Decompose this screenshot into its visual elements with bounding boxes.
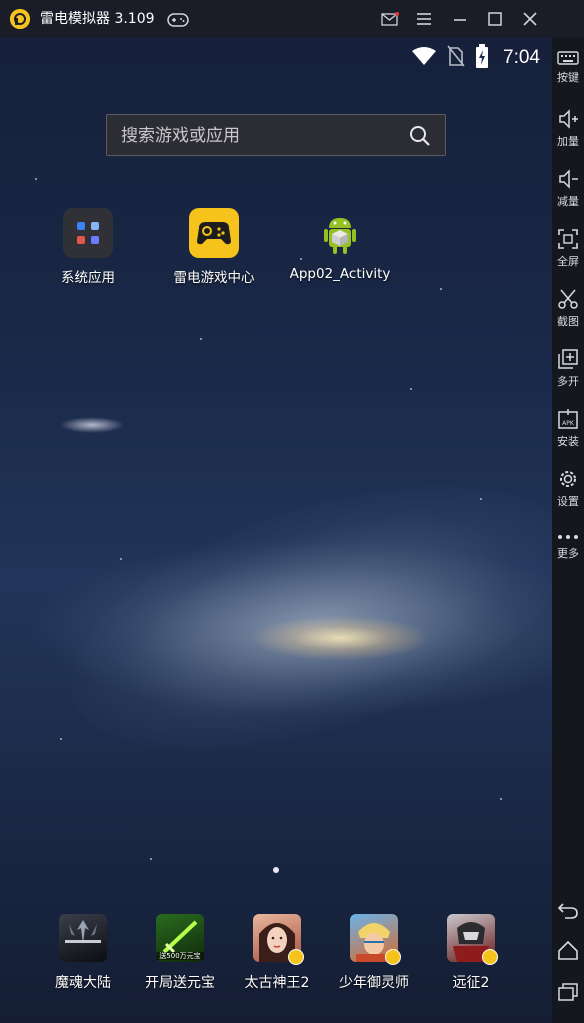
app-label: App02_Activity (289, 266, 391, 282)
menu-icon[interactable] (414, 9, 434, 29)
window-title: 雷电模拟器 3.109 (40, 11, 155, 27)
no-sim-icon (447, 45, 465, 71)
toolbar-screenshot-button[interactable]: 截图 (552, 288, 584, 329)
toolbar-label: 设置 (557, 495, 579, 508)
icon-caption: 送500万元宝 (156, 952, 204, 960)
app-app02-activity[interactable]: App02_Activity (285, 208, 395, 282)
game-portrait-icon (253, 914, 304, 965)
maximize-icon[interactable] (485, 9, 505, 29)
toolbar-volume-down-button[interactable]: 减量 (552, 168, 584, 209)
battery-charging-icon (475, 44, 489, 72)
toolbar-label: 多开 (557, 375, 579, 388)
app-label: 魔魂大陆 (55, 975, 111, 991)
ldplayer-badge-icon (288, 949, 304, 965)
toolbar-label: 按键 (557, 71, 579, 84)
gear-icon (560, 471, 576, 487)
android-screen[interactable]: 7:04 搜索游戏或应用 系统应用 雷电游戏中心 App02_Activity (0, 38, 552, 1023)
multi-instance-icon (558, 349, 578, 369)
app-label: 系统应用 (61, 270, 115, 286)
volume-up-icon (559, 109, 578, 129)
app-label: 开局送元宝 (145, 975, 215, 991)
recent-apps-icon (558, 983, 578, 1001)
gamepad-icon[interactable] (167, 12, 189, 31)
wifi-icon (411, 46, 437, 70)
recent-apps-button[interactable] (552, 982, 584, 1002)
app-logo-icon (10, 9, 30, 29)
app-shaonian-yulingshi[interactable]: 少年御灵师 (326, 914, 422, 992)
keyboard-icon (557, 51, 579, 65)
toolbar-label: 安装 (557, 435, 579, 448)
toolbar-label: 加量 (557, 135, 579, 148)
app-yuanzheng-2[interactable]: 远征2 (423, 914, 519, 992)
toolbar-label: 全屏 (557, 255, 579, 268)
toolbar-keymap-button[interactable]: 按键 (552, 50, 584, 85)
apk-install-icon: APK (558, 409, 578, 429)
app-taigu-shenwang-2[interactable]: 太古神王2 (229, 914, 325, 992)
clock: 7:04 (503, 47, 540, 68)
app-system-apps[interactable]: 系统应用 (33, 208, 143, 286)
svg-text:APK: APK (562, 420, 575, 427)
ldplayer-badge-icon (482, 949, 498, 965)
game-hero-icon (350, 914, 401, 965)
app-kaiju-song-yuanbao[interactable]: 送500万元宝 开局送元宝 (132, 914, 228, 992)
page-indicator (273, 867, 279, 873)
fullscreen-icon (558, 229, 578, 249)
game-sword-icon: 送500万元宝 (156, 914, 204, 962)
toolbar-volume-up-button[interactable]: 加量 (552, 108, 584, 149)
volume-down-icon (559, 169, 578, 189)
app-game-center[interactable]: 雷电游戏中心 (159, 208, 269, 286)
emulator-toolbar: 按键 加量 减量 全屏 截图 多开 APK 安装 设置 更多 (552, 38, 584, 1023)
toolbar-more-button[interactable]: 更多 (552, 532, 584, 561)
game-warrior-icon (447, 914, 498, 965)
ldplayer-badge-icon (385, 949, 401, 965)
android-icon (315, 208, 365, 258)
toolbar-label: 截图 (557, 315, 579, 328)
app-label: 远征2 (452, 975, 490, 991)
more-icon (558, 535, 578, 539)
close-icon[interactable] (520, 9, 540, 29)
search-placeholder: 搜索游戏或应用 (121, 126, 240, 146)
gamepad-icon (189, 208, 239, 258)
back-icon (557, 903, 578, 919)
folder-icon (63, 208, 113, 258)
app-mohun-dalu[interactable]: 魔魂大陆 (35, 914, 131, 992)
wallpaper-galaxy (38, 433, 552, 803)
toolbar-install-apk-button[interactable]: APK 安装 (552, 408, 584, 449)
search-icon[interactable] (409, 125, 431, 151)
search-bar[interactable]: 搜索游戏或应用 (106, 114, 446, 156)
app-label: 太古神王2 (244, 975, 310, 991)
mail-icon[interactable] (380, 9, 400, 29)
home-icon (558, 940, 578, 960)
toolbar-multi-instance-button[interactable]: 多开 (552, 348, 584, 389)
toolbar-fullscreen-button[interactable]: 全屏 (552, 228, 584, 269)
scissors-icon (558, 289, 578, 309)
back-button[interactable] (552, 900, 584, 920)
app-label: 少年御灵师 (339, 975, 409, 991)
app-label: 雷电游戏中心 (173, 270, 255, 286)
toolbar-label: 减量 (557, 195, 579, 208)
game-darkness-icon (59, 914, 107, 962)
title-bar: 雷电模拟器 3.109 (0, 0, 584, 38)
toolbar-label: 更多 (557, 547, 579, 560)
status-bar: 7:04 (411, 44, 540, 72)
minimize-icon[interactable] (450, 9, 470, 29)
toolbar-settings-button[interactable]: 设置 (552, 468, 584, 509)
home-button[interactable] (552, 940, 584, 960)
